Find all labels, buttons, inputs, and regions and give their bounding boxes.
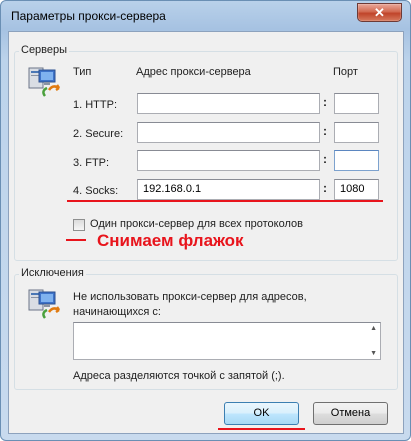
close-button[interactable]: ✕	[357, 3, 402, 22]
colon-separator: :	[323, 152, 327, 166]
colon-separator: :	[323, 181, 327, 195]
http-address-input[interactable]	[137, 93, 320, 114]
row-label-secure: 2. Secure:	[73, 128, 124, 140]
exceptions-description: Не использовать прокси-сервер для адресо…	[73, 291, 307, 318]
exceptions-hint: Адреса разделяются точкой с запятой (;).	[73, 370, 285, 382]
servers-group-title: Серверы	[19, 44, 70, 56]
ok-button[interactable]: OK	[224, 402, 299, 425]
title-bar[interactable]: Параметры прокси-сервера ✕	[1, 1, 411, 31]
dialog-client-area: Серверы Тип Адрес прокси-сервера Порт 1.…	[8, 31, 404, 434]
socks-address-input[interactable]: 192.168.0.1	[137, 179, 320, 200]
red-underline-ok	[218, 428, 305, 430]
cancel-button[interactable]: Отмена	[313, 402, 388, 425]
colon-separator: :	[323, 124, 327, 138]
same-proxy-checkbox[interactable]	[73, 219, 85, 231]
ftp-port-input[interactable]	[334, 150, 379, 171]
dialog-window: Параметры прокси-сервера ✕ Серверы Тип А…	[0, 0, 411, 441]
exceptions-group-title: Исключения	[19, 267, 86, 279]
same-proxy-checkbox-label[interactable]: Один прокси-сервер для всех протоколов	[90, 218, 303, 230]
exceptions-textarea[interactable]: ▲ ▼	[73, 322, 381, 360]
red-underline-socks	[67, 200, 383, 202]
computer-network-icon	[28, 289, 61, 319]
column-header-port: Порт	[333, 66, 358, 78]
annotation-dash	[66, 239, 86, 241]
window-title: Параметры прокси-сервера	[11, 9, 166, 23]
http-port-input[interactable]	[334, 93, 379, 114]
scroll-up-icon[interactable]: ▲	[370, 325, 377, 332]
column-header-address: Адрес прокси-сервера	[136, 66, 251, 78]
close-icon: ✕	[374, 5, 385, 20]
row-label-ftp: 3. FTP:	[73, 157, 110, 169]
annotation-text: Снимаем флажок	[97, 231, 244, 250]
socks-port-input[interactable]: 1080	[334, 179, 379, 200]
row-label-socks: 4. Socks:	[73, 185, 119, 197]
row-label-http: 1. HTTP:	[73, 99, 118, 111]
colon-separator: :	[323, 95, 327, 109]
scroll-down-icon[interactable]: ▼	[370, 350, 377, 357]
computer-network-icon	[28, 67, 61, 97]
secure-address-input[interactable]	[137, 122, 320, 143]
secure-port-input[interactable]	[334, 122, 379, 143]
column-header-type: Тип	[73, 66, 92, 78]
ftp-address-input[interactable]	[137, 150, 320, 171]
